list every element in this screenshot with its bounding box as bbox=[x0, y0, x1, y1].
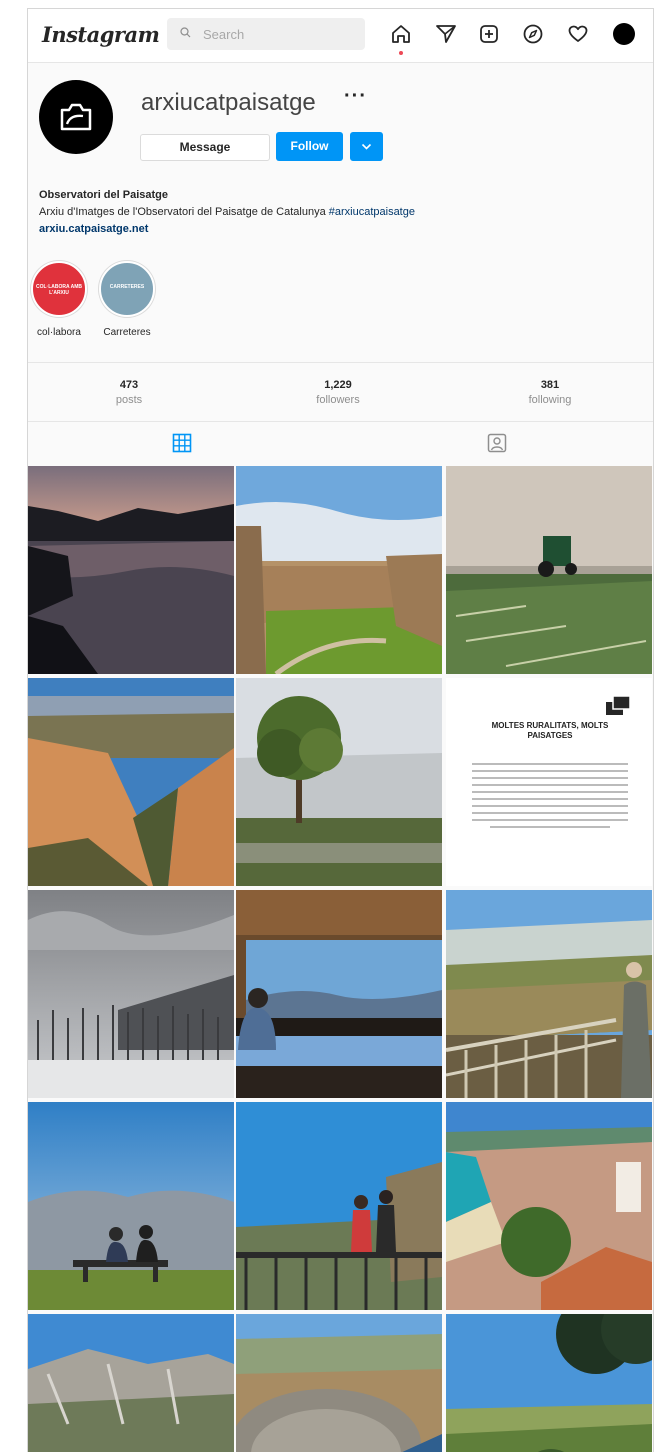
posts-count: 473 posts bbox=[59, 379, 199, 406]
explore-icon[interactable] bbox=[522, 23, 544, 45]
bio-line: Arxiu d'Imatges de l'Observatori del Pai… bbox=[39, 206, 326, 218]
post-image bbox=[446, 890, 652, 1098]
post-card-body bbox=[472, 758, 628, 833]
bio-link[interactable]: arxiu.catpaisatge.net bbox=[39, 221, 639, 238]
post-image bbox=[446, 466, 652, 674]
post-image bbox=[236, 1102, 442, 1310]
post-stone-terrace[interactable] bbox=[236, 1314, 442, 1452]
post-image bbox=[446, 1314, 652, 1452]
chevron-down-icon bbox=[361, 143, 372, 150]
home-icon[interactable] bbox=[390, 23, 412, 45]
post-window-view[interactable] bbox=[236, 890, 442, 1098]
post-card-title: MOLTES RURALITATS, MOLTS PAISATGES bbox=[491, 721, 609, 740]
followers-label: followers bbox=[316, 394, 360, 406]
top-nav-bar: Instagram bbox=[28, 9, 653, 63]
post-image bbox=[28, 678, 234, 886]
camera-logo-icon bbox=[60, 103, 92, 131]
follow-button[interactable]: Follow bbox=[276, 132, 343, 161]
post-text-card[interactable]: MOLTES RURALITATS, MOLTS PAISATGES bbox=[446, 678, 652, 886]
browser-viewport: Instagram Search arxiucatpaisatge ··· Me… bbox=[27, 8, 654, 1452]
message-button[interactable]: Message bbox=[140, 134, 270, 161]
direct-icon[interactable] bbox=[435, 23, 457, 45]
post-lake-dusk[interactable] bbox=[28, 466, 234, 674]
notification-dot bbox=[399, 51, 403, 55]
search-input[interactable] bbox=[167, 18, 365, 50]
following-count[interactable]: 381 following bbox=[480, 379, 620, 406]
followers-count[interactable]: 1,229 followers bbox=[268, 379, 408, 406]
posts-label: posts bbox=[115, 394, 143, 406]
highlight-label: Carreteres bbox=[103, 327, 151, 338]
highlight-collabora[interactable]: COL·LABORA AMB L'ARXIU bbox=[31, 261, 87, 317]
following-value: 381 bbox=[540, 379, 560, 391]
grid-icon[interactable] bbox=[172, 433, 192, 453]
more-options-button[interactable]: ··· bbox=[344, 85, 367, 108]
post-viewpoint-man[interactable] bbox=[446, 890, 652, 1098]
profile-username: arxiucatpaisatge bbox=[141, 89, 316, 116]
followers-value: 1,229 bbox=[324, 379, 352, 391]
post-pine-valley[interactable] bbox=[446, 1314, 652, 1452]
profile-full-name: Observatori del Paisatge bbox=[39, 189, 168, 201]
new-post-icon[interactable] bbox=[478, 23, 500, 45]
posts-value: 473 bbox=[119, 379, 139, 391]
post-image bbox=[28, 466, 234, 674]
highlight-cover-text: COL·LABORA AMB L'ARXIU bbox=[35, 284, 82, 296]
profile-avatar-small[interactable] bbox=[613, 23, 635, 45]
post-couple-railing[interactable] bbox=[236, 1102, 442, 1310]
highlight-label: col·labora bbox=[37, 327, 81, 338]
bio-text: Arxiu d'Imatges de l'Observatori del Pai… bbox=[39, 204, 639, 221]
instagram-logo[interactable]: Instagram bbox=[42, 22, 160, 47]
tagged-icon[interactable] bbox=[487, 433, 507, 453]
post-image bbox=[236, 678, 442, 886]
post-image bbox=[236, 890, 442, 1098]
post-image bbox=[28, 1314, 234, 1452]
post-image bbox=[236, 1314, 442, 1452]
post-image bbox=[446, 1102, 652, 1310]
activity-heart-icon[interactable] bbox=[567, 23, 589, 45]
search-icon bbox=[180, 27, 191, 38]
post-bench-couple[interactable] bbox=[28, 1102, 234, 1310]
post-image bbox=[28, 890, 234, 1098]
post-image bbox=[28, 1102, 234, 1310]
post-fortress[interactable] bbox=[236, 466, 442, 674]
highlight-carreteres[interactable]: CARRETERES bbox=[99, 261, 155, 317]
post-canyon[interactable] bbox=[28, 678, 234, 886]
highlight-cover-text: CARRETERES bbox=[109, 284, 145, 290]
profile-tabs bbox=[28, 421, 653, 465]
following-label: following bbox=[528, 394, 572, 406]
suggested-accounts-button[interactable] bbox=[350, 132, 383, 161]
post-image bbox=[236, 466, 442, 674]
post-tree-wall[interactable] bbox=[236, 678, 442, 886]
profile-bio: Observatori del Paisatge Arxiu d'Imatges… bbox=[39, 187, 639, 238]
multi-photo-icon bbox=[606, 696, 631, 715]
post-mountain-ridge[interactable] bbox=[28, 1314, 234, 1452]
profile-stats: 473 posts 1,229 followers 381 following bbox=[28, 362, 653, 422]
bio-hashtag[interactable]: #arxiucatpaisatge bbox=[329, 206, 415, 218]
profile-avatar[interactable] bbox=[39, 80, 113, 154]
post-tractor-field[interactable] bbox=[446, 466, 652, 674]
post-coastal-town[interactable] bbox=[446, 1102, 652, 1310]
post-winter-forest[interactable] bbox=[28, 890, 234, 1098]
